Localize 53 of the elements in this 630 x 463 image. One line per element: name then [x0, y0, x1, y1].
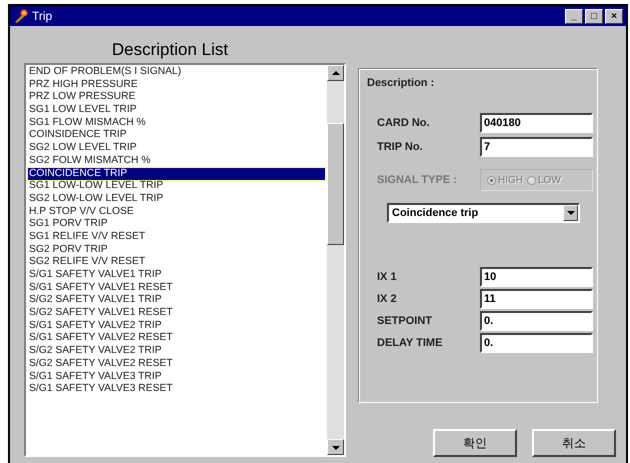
list-item[interactable]: SG2 FOLW MISMATCH %: [28, 154, 325, 168]
field-label: TRIP No.: [376, 141, 424, 153]
torch-icon: [13, 8, 29, 24]
list-item[interactable]: COINCIDENCE TRIP: [28, 168, 325, 180]
list-item[interactable]: S/G2 SAFETY VALVE1 RESET: [28, 307, 325, 320]
field-label: CARD No.: [376, 117, 431, 129]
list-item[interactable]: S/G1 SAFETY VALVE2 RESET: [28, 332, 325, 346]
list-item[interactable]: S/G1 SAFETY VALVE1 RESET: [28, 282, 325, 294]
maximize-button[interactable]: □: [585, 8, 603, 24]
list-item[interactable]: SG2 PORV TRIP: [28, 244, 325, 256]
list-item[interactable]: SG1 FLOW MISMACH %: [28, 116, 325, 130]
window-title: Trip: [32, 9, 54, 23]
ok-button[interactable]: 확인: [433, 429, 517, 457]
list-item[interactable]: SG2 LOW LEVEL TRIP: [28, 142, 325, 155]
list-item[interactable]: SG1 PORV TRIP: [28, 218, 325, 231]
list-item[interactable]: SG1 LOW-LOW LEVEL TRIP: [28, 180, 325, 193]
list-item[interactable]: H.P STOP V/V CLOSE: [28, 206, 325, 218]
list-item[interactable]: END OF PROBLEM(S I SIGNAL): [28, 66, 325, 79]
scroll-down-icon[interactable]: [327, 439, 344, 455]
scrollbar[interactable]: [327, 65, 344, 455]
panel-title: Description :: [367, 77, 436, 89]
list-item[interactable]: S/G1 SAFETY VALVE1 TRIP: [28, 269, 325, 282]
list-item[interactable]: PRZ HIGH PRESSURE: [28, 78, 325, 92]
list-item[interactable]: SG1 LOW LEVEL TRIP: [28, 104, 325, 117]
list-item[interactable]: SG2 RELIFE V/V RESET: [28, 256, 325, 269]
field-label: IX 1: [376, 271, 398, 283]
text-field[interactable]: 10: [480, 267, 593, 287]
scroll-up-icon[interactable]: [327, 65, 344, 81]
type-dropdown[interactable]: Coincidence trip: [387, 203, 580, 223]
list-item[interactable]: S/G1 SAFETY VALVE2 TRIP: [28, 320, 325, 332]
field-label: SIGNAL TYPE :: [376, 174, 458, 186]
list-item[interactable]: S/G2 SAFETY VALVE1 TRIP: [28, 294, 325, 308]
list-item[interactable]: S/G2 SAFETY VALVE2 RESET: [28, 358, 325, 370]
minimize-button[interactable]: _: [565, 8, 583, 24]
list-item[interactable]: S/G1 SAFETY VALVE3 TRIP: [28, 370, 325, 384]
text-field[interactable]: 0.: [480, 311, 593, 331]
list-heading: Description List: [110, 39, 230, 61]
list-item[interactable]: S/G1 SAFETY VALVE3 RESET: [28, 383, 325, 396]
text-field[interactable]: 11: [480, 289, 593, 309]
list-item[interactable]: S/G2 SAFETY VALVE2 TRIP: [28, 345, 325, 358]
cancel-button[interactable]: 취소: [532, 429, 616, 457]
field-label: SETPOINT: [376, 315, 434, 327]
text-field[interactable]: 040180: [480, 113, 593, 133]
close-button[interactable]: ×: [605, 8, 623, 24]
field-label: IX 2: [376, 293, 398, 305]
list-item[interactable]: SG2 LOW-LOW LEVEL TRIP: [28, 192, 325, 206]
list-item[interactable]: PRZ LOW PRESSURE: [28, 91, 325, 104]
list-item[interactable]: COINSIDENCE TRIP: [28, 129, 325, 142]
field-label: DELAY TIME: [376, 337, 444, 349]
list-item[interactable]: SG1 RELIFE V/V RESET: [28, 230, 325, 244]
text-field[interactable]: 7: [480, 137, 593, 157]
scroll-thumb[interactable]: [327, 123, 344, 245]
text-field[interactable]: 0.: [480, 333, 593, 353]
